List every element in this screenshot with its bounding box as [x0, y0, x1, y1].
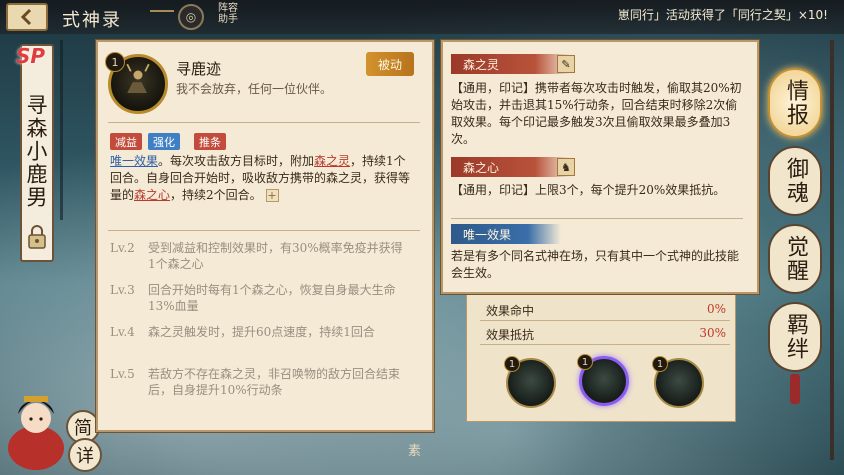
unique-effect-text: 若是有多个同名式神在场，只有其中一个式神的此技能会生效。 — [451, 249, 740, 280]
top-bar: 式神录 ◎ 阵容助手 崽同行」活动获得了「同行之契」×10! — [0, 0, 844, 34]
unique-effect-header: 唯一效果 — [451, 224, 561, 244]
stat-label: 效果抵抗 — [486, 328, 535, 342]
desc-text: ，持续2个回合。 — [170, 188, 262, 202]
desc-text: 。每次攻击敌方目标时，附加 — [158, 154, 315, 168]
divider — [480, 320, 730, 321]
skill-description: 唯一效果。每次攻击敌方目标时，附加森之灵，持续1个回合。自身回合开始时，吸收敌方… — [110, 153, 410, 204]
unique-effect-link[interactable]: 唯一效果 — [110, 154, 158, 168]
shikigami-name: 寻森小鹿男 — [24, 94, 48, 209]
level-text: 森之灵触发时，提升60点速度，持续1回合 — [148, 325, 375, 339]
back-button[interactable] — [6, 3, 48, 31]
page-title: 式神录 — [62, 10, 122, 31]
forest-heart-title: 森之心 — [463, 160, 500, 175]
tab-bond[interactable]: 羁绊 — [768, 302, 822, 372]
divider — [480, 344, 730, 345]
nav-pole — [830, 40, 834, 460]
forest-spirit-header: 森之灵 — [451, 54, 571, 74]
forest-heart-link[interactable]: 森之心 — [134, 188, 170, 202]
expand-plus-icon[interactable]: + — [265, 189, 279, 202]
rarity-badge: SP — [16, 44, 46, 68]
tag-buff: 强化 — [148, 133, 180, 150]
tab-intel[interactable]: 情报 — [768, 68, 822, 138]
tag-debuff: 减益 — [110, 133, 142, 150]
unique-effect-title: 唯一效果 — [463, 227, 512, 242]
background-tree — [60, 40, 63, 220]
forest-spirit-title: 森之灵 — [463, 57, 500, 72]
stat-value: 0% — [706, 302, 726, 316]
skill-level-badge: 1 — [105, 52, 125, 72]
forest-heart-text: 【通用，印记】上限3个，每个提升20%效果抵抗。 — [451, 183, 726, 197]
feather-icon: ✎ — [557, 55, 575, 73]
activity-notice: 崽同行」活动获得了「同行之契」×10! — [617, 8, 828, 22]
level-label: Lv.4 — [110, 325, 135, 339]
lock-icon[interactable] — [26, 224, 48, 250]
skill-motto: 我不会放弃，任何一位伙伴。 — [176, 82, 333, 96]
team-helper-icon[interactable]: ◎ — [178, 4, 204, 30]
title-decoration — [150, 10, 174, 12]
team-helper-label[interactable]: 阵容助手 — [216, 3, 240, 25]
skill-type-tag: 被动 — [366, 52, 414, 76]
level-text: 若敌方不存在森之灵，非召唤物的敌方回合结束后，自身提升10%行动条 — [148, 367, 401, 397]
skill-slot-level: 1 — [652, 356, 668, 372]
back-arrow-icon — [20, 8, 32, 26]
bottom-label[interactable]: 素 — [408, 440, 442, 474]
deer-icon: ♞ — [557, 158, 575, 176]
level-label: Lv.3 — [110, 283, 135, 297]
forest-spirit-link[interactable]: 森之灵 — [314, 154, 350, 168]
divider — [451, 218, 743, 219]
skill-slot-level: 1 — [504, 356, 520, 372]
stat-value: 30% — [699, 326, 726, 340]
level-label: Lv.5 — [110, 367, 135, 381]
tab-awaken[interactable]: 觉醒 — [768, 224, 822, 294]
tab-soul[interactable]: 御魂 — [768, 146, 822, 216]
tag-push: 推条 — [194, 133, 226, 150]
level-label: Lv.2 — [110, 241, 135, 255]
forest-heart-header: 森之心 — [451, 157, 571, 177]
skill-slot-level: 1 — [577, 354, 593, 370]
level-text: 受到减益和控制效果时，有30%概率免疫并获得1个森之心 — [148, 241, 403, 271]
forest-spirit-text: 【通用，印记】携带者每次攻击时触发，偷取其20%初始攻击，并击退其15%行动条，… — [451, 81, 742, 146]
character-avatar[interactable] — [4, 388, 68, 470]
level-text: 回合开始时每有1个森之心，恢复自身最大生命13%血量 — [148, 283, 396, 313]
skill-name: 寻鹿迹 — [176, 60, 222, 78]
detail-view-button[interactable]: 详 — [68, 438, 102, 472]
tassel-decoration — [790, 374, 800, 404]
stat-label: 效果命中 — [486, 304, 535, 318]
divider — [108, 122, 420, 123]
divider — [108, 230, 420, 231]
